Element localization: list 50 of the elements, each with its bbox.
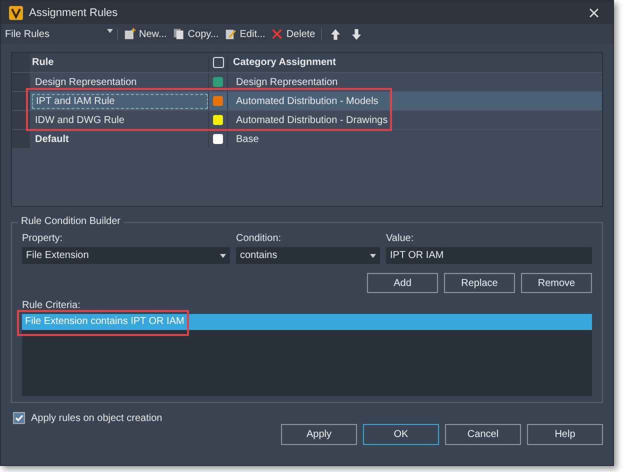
row-header xyxy=(12,73,30,91)
copy-icon xyxy=(172,28,185,40)
delete-icon xyxy=(271,28,284,40)
property-dropdown[interactable]: File Extension xyxy=(22,247,230,264)
window-title: Assignment Rules xyxy=(29,6,119,18)
edit-icon xyxy=(224,28,237,40)
field-label: Value: xyxy=(386,233,415,244)
dialog-button[interactable]: OK xyxy=(363,424,439,445)
group-title: Rule Condition Builder xyxy=(18,216,124,227)
caret-icon xyxy=(220,254,226,258)
rule-row[interactable]: Default Base xyxy=(12,129,602,148)
value-field[interactable]: IPT OR IAM xyxy=(386,247,592,264)
row-header xyxy=(12,130,30,148)
rule-row[interactable]: IPT and IAM Rule Automated Distribution - Models xyxy=(12,91,602,110)
header-checkbox[interactable] xyxy=(212,57,224,68)
caret-icon xyxy=(107,28,113,32)
delete-button[interactable]: Delete xyxy=(271,28,322,40)
rule-row[interactable]: IDW and DWG Rule Automated Distribution - Drawings xyxy=(12,110,602,129)
dialog-button[interactable]: Help xyxy=(527,424,603,445)
column-header: Rule xyxy=(30,53,209,72)
new-button[interactable]: New... xyxy=(124,28,167,40)
table-cell-text: Base xyxy=(235,132,260,146)
table-cell: IPT and IAM Rule xyxy=(32,94,208,108)
caret-icon xyxy=(370,254,376,258)
app-logo-icon xyxy=(9,6,23,20)
field-label: Condition: xyxy=(236,233,282,244)
table-cell-text: Default xyxy=(34,132,70,146)
dialog-button[interactable]: Apply xyxy=(281,424,357,445)
rule-type-dropdown[interactable]: File Rules xyxy=(5,28,118,40)
move-down-icon[interactable] xyxy=(352,28,362,40)
table-cell-text: Automated Distribution - Drawings xyxy=(235,114,389,126)
action-button[interactable]: Add xyxy=(367,273,438,293)
dialog-button[interactable]: Cancel xyxy=(445,424,521,445)
checkbox-label: Apply rules on object creation xyxy=(31,412,162,424)
table-cell-text: Design Representation xyxy=(235,76,339,88)
edit-button[interactable]: Edit... xyxy=(224,28,266,40)
checkbox[interactable] xyxy=(13,412,25,424)
field-label: Property: xyxy=(22,233,64,244)
field-label: Rule Criteria: xyxy=(22,300,82,311)
move-up-icon[interactable] xyxy=(331,28,340,40)
new-icon xyxy=(124,28,136,40)
condition-dropdown[interactable]: contains xyxy=(236,247,380,264)
table-cell-text: Automated Distribution - Models xyxy=(235,94,380,108)
close-icon[interactable] xyxy=(589,8,599,18)
table-cell-text: Design Representation xyxy=(34,76,138,88)
copy-button[interactable]: Copy... xyxy=(172,28,219,40)
action-button[interactable]: Remove xyxy=(521,273,592,293)
action-button[interactable]: Replace xyxy=(444,273,515,293)
column-header: Category Assignment xyxy=(232,57,337,68)
table-cell-text: IDW and DWG Rule xyxy=(34,114,126,126)
